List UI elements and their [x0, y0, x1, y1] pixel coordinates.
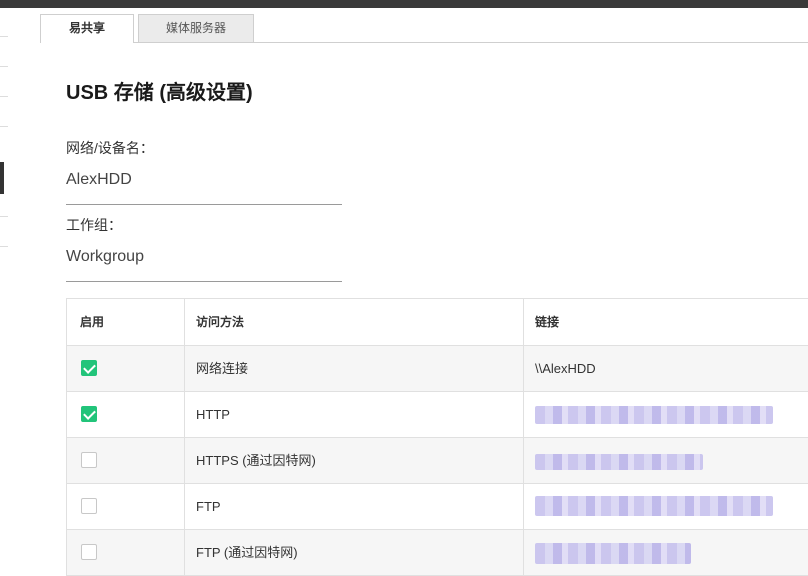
header-enable: 启用 — [67, 299, 185, 345]
enable-cell — [67, 484, 185, 529]
enable-checkbox[interactable] — [81, 452, 97, 468]
share-link[interactable]: \\AlexHDD — [535, 361, 596, 376]
workgroup-field[interactable]: Workgroup — [66, 248, 144, 266]
rail-divider — [0, 36, 8, 37]
table-header-row: 启用 访问方法 链接 — [67, 299, 808, 346]
access-method-cell: FTP — [185, 484, 524, 529]
tab-media-server[interactable]: 媒体服务器 — [138, 14, 254, 42]
enable-checkbox[interactable] — [81, 360, 97, 376]
rail-divider — [0, 66, 8, 67]
page-title: USB 存储 (高级设置) — [66, 82, 253, 104]
tab-baseline — [40, 42, 808, 43]
access-method-cell: HTTP — [185, 392, 524, 437]
rail-divider — [0, 96, 8, 97]
rail-divider — [0, 246, 8, 247]
device-name-label: 网络/设备名： — [66, 140, 154, 156]
obscured-link[interactable] — [535, 454, 703, 470]
device-name-underline — [66, 204, 342, 205]
obscured-link[interactable] — [535, 406, 773, 424]
device-name-field[interactable]: AlexHDD — [66, 171, 132, 189]
obscured-link[interactable] — [535, 543, 691, 564]
rail-divider — [0, 126, 8, 127]
enable-cell — [67, 530, 185, 575]
enable-checkbox[interactable] — [81, 406, 97, 422]
workgroup-label: 工作组： — [66, 217, 122, 233]
obscured-link[interactable] — [535, 496, 773, 516]
header-link: 链接 — [535, 315, 560, 329]
left-nav-rail — [0, 8, 8, 575]
rail-active-indicator[interactable] — [0, 162, 4, 194]
access-method-cell: 网络连接 — [185, 346, 524, 391]
link-cell — [524, 484, 808, 529]
table-row: HTTPS (通过因特网) — [67, 438, 808, 484]
table-row: HTTP — [67, 392, 808, 438]
table-row: 网络连接 \\AlexHDD — [67, 346, 808, 392]
rail-divider — [0, 216, 8, 217]
access-method-cell: HTTPS (通过因特网) — [185, 438, 524, 483]
table-row: FTP (通过因特网) — [67, 530, 808, 576]
link-cell: \\AlexHDD — [524, 346, 808, 391]
enable-checkbox[interactable] — [81, 544, 97, 560]
enable-checkbox[interactable] — [81, 498, 97, 514]
enable-cell — [67, 346, 185, 391]
enable-cell — [67, 438, 185, 483]
enable-cell — [67, 392, 185, 437]
tab-easy-share[interactable]: 易共享 — [40, 14, 134, 43]
header-access-method: 访问方法 — [185, 299, 524, 345]
link-cell — [524, 530, 808, 575]
link-cell — [524, 392, 808, 437]
tab-bar: 易共享 媒体服务器 — [40, 14, 808, 43]
link-cell — [524, 438, 808, 483]
workgroup-underline — [66, 281, 342, 282]
top-bar — [0, 0, 808, 8]
access-methods-table: 启用 访问方法 链接 网络连接 \\AlexHDD HTTP HTTPS (通过… — [66, 298, 808, 576]
table-row: FTP — [67, 484, 808, 530]
access-method-cell: FTP (通过因特网) — [185, 530, 524, 575]
